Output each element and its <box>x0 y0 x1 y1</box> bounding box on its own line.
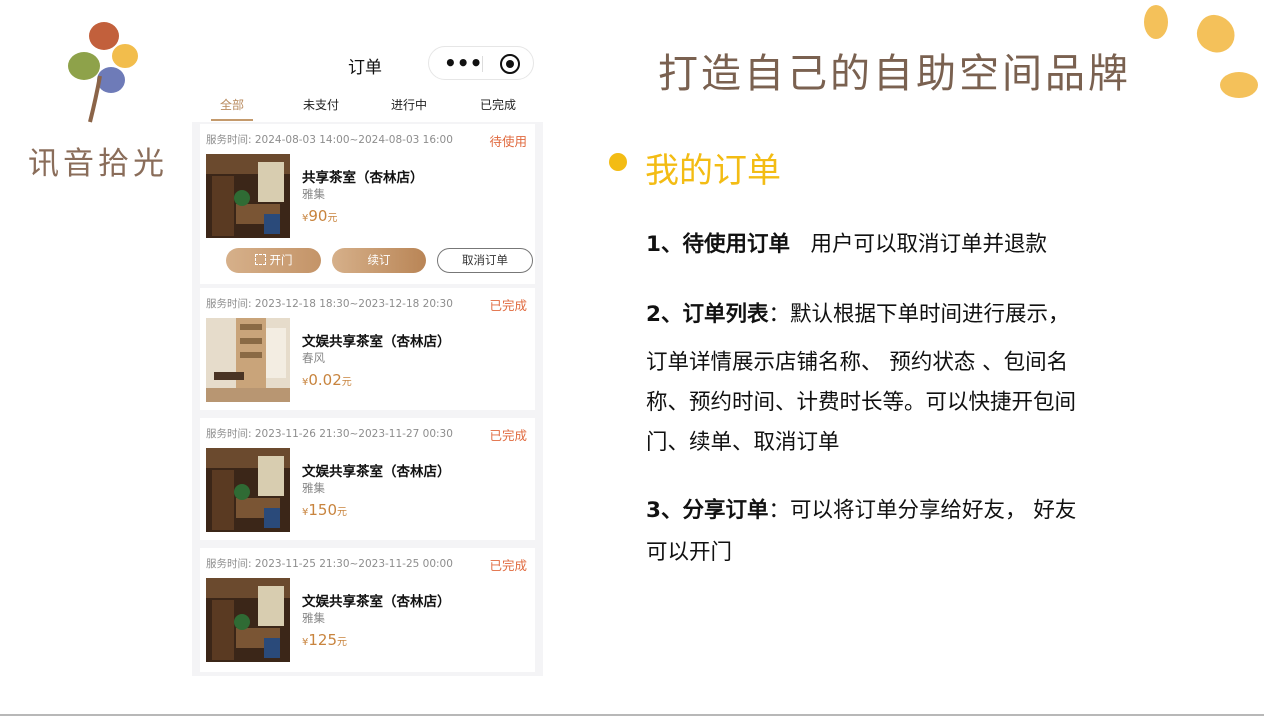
brand-logo-icon <box>68 22 138 123</box>
close-miniapp-icon[interactable] <box>500 54 520 74</box>
order-price: ¥0.02元 <box>302 371 352 389</box>
feature-text: 用户可以取消订单并退款 <box>810 232 1047 257</box>
order-card[interactable]: 服务时间: 2023-11-25 21:30~2023-11-25 00:00 … <box>200 548 535 672</box>
store-name: 文娱共享茶室（杏林店） <box>302 334 451 350</box>
feature-text: 门、续单、取消订单 <box>646 430 840 455</box>
miniapp-capsule: ••• <box>428 46 534 80</box>
order-card[interactable]: 服务时间: 2023-11-26 21:30~2023-11-27 00:30 … <box>200 418 535 540</box>
feature-title: 2、订单列表 <box>646 302 769 327</box>
renew-button[interactable]: 续订 <box>332 248 426 273</box>
service-time: 服务时间: 2023-11-25 21:30~2023-11-25 00:00 <box>206 558 453 570</box>
scan-icon <box>254 254 266 265</box>
order-price: ¥150元 <box>302 501 348 519</box>
capsule-divider <box>482 56 483 72</box>
order-tabs: 全部 未支付 进行中 已完成 <box>192 92 543 122</box>
decorative-blob <box>1144 5 1168 39</box>
order-price: ¥125元 <box>302 631 348 649</box>
store-name: 共享茶室（杏林店） <box>302 170 424 186</box>
order-price: ¥90元 <box>302 207 338 225</box>
cancel-order-button[interactable]: 取消订单 <box>437 248 533 273</box>
service-time: 服务时间: 2023-12-18 18:30~2023-12-18 20:30 <box>206 298 453 310</box>
service-time: 服务时间: 2023-11-26 21:30~2023-11-27 00:30 <box>206 428 453 440</box>
order-status: 待使用 <box>489 134 527 149</box>
feature-item: 1、待使用订单 用户可以取消订单并退款 <box>646 227 1047 258</box>
feature-text: 订单详情展示店铺名称、 预约状态 、包间名 <box>646 350 1069 375</box>
feature-item: 3、分享订单：可以将订单分享给好友， 好友 <box>646 498 1077 523</box>
decorative-blob <box>1220 72 1258 98</box>
feature-text: 称、预约时间、计费时长等。可以快捷开包间 <box>646 390 1077 415</box>
room-name: 雅集 <box>302 187 325 201</box>
feature-text: 可以将订单分享给好友， 好友 <box>789 498 1077 523</box>
store-name: 文娱共享茶室（杏林店） <box>302 594 451 610</box>
page-title: 订单 <box>348 58 382 78</box>
tab-in-progress[interactable]: 进行中 <box>391 96 427 113</box>
feature-text: 默认根据下单时间进行展示， <box>789 302 1070 327</box>
store-thumbnail <box>206 448 290 532</box>
phone-screenshot: 订单 ••• 全部 未支付 进行中 已完成 服务时间: 2024-08-03 1… <box>192 40 543 676</box>
feature-item: 2、订单列表：默认根据下单时间进行展示， <box>646 302 1070 327</box>
order-card[interactable]: 服务时间: 2024-08-03 14:00~2024-08-03 16:00 … <box>200 124 535 284</box>
slide-headline: 打造自己的自助空间品牌 <box>658 51 1131 97</box>
section-title: 我的订单 <box>645 151 781 191</box>
decorative-blob <box>1191 9 1241 59</box>
bullet-dot <box>609 153 627 171</box>
room-name: 雅集 <box>302 481 325 495</box>
room-name: 春风 <box>302 351 325 365</box>
order-status: 已完成 <box>489 298 527 313</box>
order-status: 已完成 <box>489 558 527 573</box>
order-card[interactable]: 服务时间: 2023-12-18 18:30~2023-12-18 20:30 … <box>200 288 535 410</box>
store-thumbnail <box>206 578 290 662</box>
store-thumbnail <box>206 154 290 238</box>
room-name: 雅集 <box>302 611 325 625</box>
order-status: 已完成 <box>489 428 527 443</box>
active-tab-indicator <box>211 119 253 121</box>
feature-text: 可以开门 <box>646 540 733 565</box>
store-name: 文娱共享茶室（杏林店） <box>302 464 451 480</box>
tab-unpaid[interactable]: 未支付 <box>303 96 339 113</box>
feature-title: 1、待使用订单 <box>646 232 790 257</box>
service-time: 服务时间: 2024-08-03 14:00~2024-08-03 16:00 <box>206 134 453 146</box>
tab-all[interactable]: 全部 <box>220 96 244 113</box>
store-thumbnail <box>206 318 290 402</box>
phone-header: 订单 ••• 全部 未支付 进行中 已完成 <box>192 40 543 122</box>
feature-title: 3、分享订单 <box>646 498 769 523</box>
more-icon[interactable]: ••• <box>444 51 482 75</box>
brand-name: 讯音拾光 <box>28 146 168 182</box>
open-door-button[interactable]: 开门 <box>226 248 321 273</box>
tab-completed[interactable]: 已完成 <box>480 96 516 113</box>
